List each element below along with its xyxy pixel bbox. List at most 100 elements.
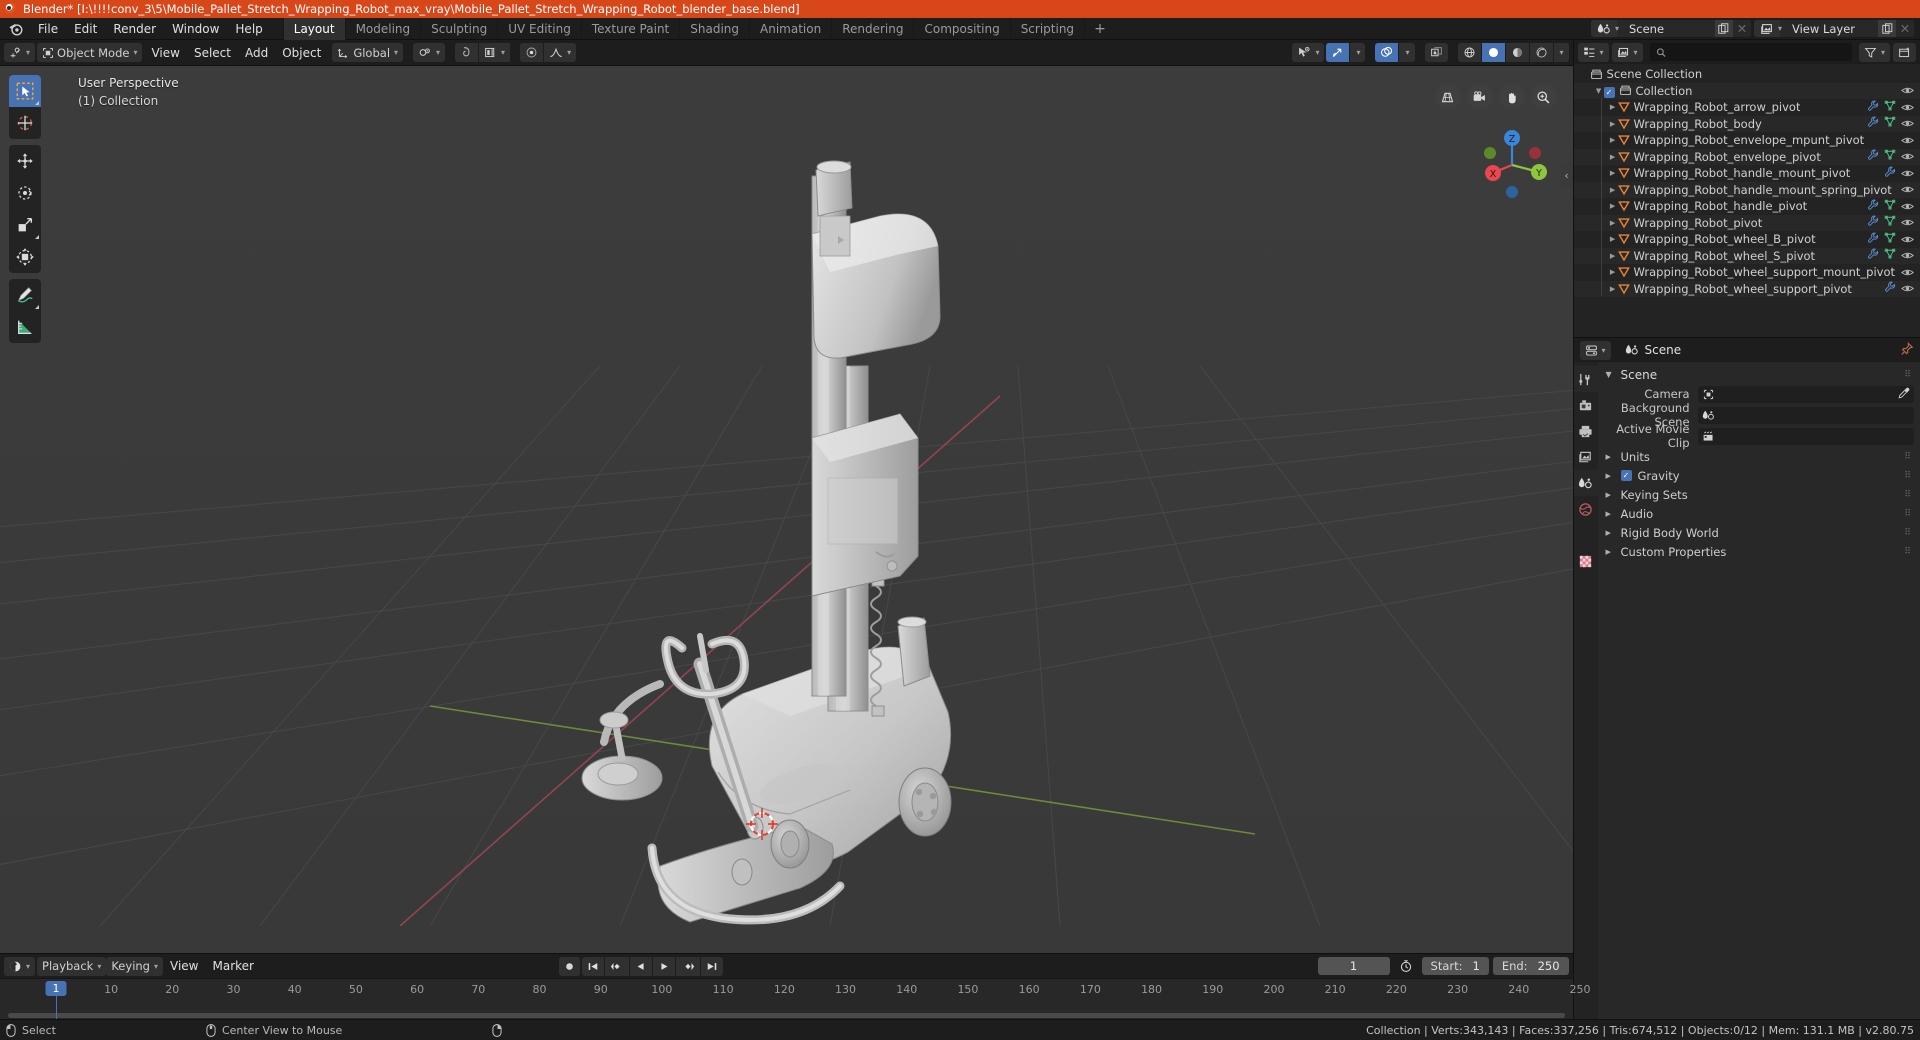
menu-render[interactable]: Render [105, 19, 164, 39]
property-section-units[interactable]: ▶ Units ⠿ [1598, 447, 1920, 466]
modifier-icon[interactable] [1867, 248, 1879, 263]
workspace-tab-rendering[interactable]: Rendering [831, 17, 913, 40]
scene-panel-header[interactable]: ▼ Scene ⠿ [1598, 365, 1920, 384]
menu-file[interactable]: File [30, 19, 66, 39]
gizmo-options-selector[interactable]: ▾ [1350, 43, 1366, 62]
section-checkbox[interactable]: ✓ [1620, 470, 1632, 481]
end-frame-field[interactable]: End: 250 [1492, 957, 1569, 975]
visibility-eye-icon[interactable] [1901, 200, 1914, 213]
property-section-keying-sets[interactable]: ▶ Keying Sets ⠿ [1598, 485, 1920, 504]
disclosure-triangle-icon[interactable]: ▶ [1608, 169, 1618, 177]
workspace-tab-layout[interactable]: Layout [282, 17, 345, 40]
timeline-menu-keying[interactable]: Keying ▾ [106, 956, 163, 976]
pan-view-icon[interactable] [1498, 84, 1525, 110]
visibility-eye-icon[interactable] [1901, 150, 1914, 163]
modifier-icon[interactable] [1867, 199, 1879, 214]
disclosure-triangle-icon[interactable]: ▶ [1608, 120, 1618, 128]
wireframe-shading-button[interactable] [1457, 43, 1481, 62]
property-value-field[interactable] [1697, 406, 1914, 424]
mesh-data-icon[interactable] [1884, 149, 1896, 164]
modifier-icon[interactable] [1867, 215, 1879, 230]
timeline-playhead[interactable]: 1 [45, 981, 67, 996]
mesh-data-icon[interactable] [1884, 116, 1896, 131]
measure-tool[interactable] [9, 311, 41, 343]
modifier-icon[interactable] [1867, 232, 1879, 247]
snap-toggle-button[interactable] [455, 43, 479, 62]
visibility-eye-icon[interactable] [1901, 216, 1914, 229]
workspace-tab-sculpting[interactable]: Sculpting [420, 17, 497, 40]
rotate-tool[interactable] [9, 177, 41, 209]
zoom-view-icon[interactable] [1530, 84, 1557, 110]
tab-scene[interactable] [1573, 470, 1598, 496]
visibility-eye-icon[interactable] [1901, 266, 1914, 279]
3d-viewport[interactable]: User Perspective (1) Collection Z Y X ‹ [0, 66, 1573, 953]
outliner-editor-type-selector[interactable]: ▾ [1577, 42, 1609, 62]
outliner-row[interactable]: ▶ Wrapping_Robot_wheel_support_mount_pivo… [1574, 264, 1920, 281]
mesh-data-icon[interactable] [1884, 199, 1896, 214]
workspace-tab-animation[interactable]: Animation [749, 17, 831, 40]
outliner-row[interactable]: ▼ ✓ Collection [1573, 82, 1920, 99]
visibility-eye-icon[interactable] [1901, 167, 1914, 180]
visibility-eye-icon[interactable] [1901, 282, 1914, 295]
transform-tool[interactable] [9, 241, 41, 273]
outliner-search[interactable] [1649, 43, 1852, 61]
disclosure-triangle-icon[interactable]: ▶ [1608, 153, 1618, 161]
start-frame-field[interactable]: Start: 1 [1421, 957, 1489, 975]
property-value-field[interactable] [1697, 385, 1914, 403]
disclosure-triangle-icon[interactable]: ▶ [1608, 136, 1618, 144]
toggle-perspective-icon[interactable] [1434, 84, 1461, 110]
sidebar-toggle-arrow-icon[interactable]: ‹ [1560, 162, 1573, 188]
rendered-shading-button[interactable] [1529, 43, 1553, 62]
falloff-selector[interactable]: ▾ [544, 43, 577, 62]
workspace-tab-compositing[interactable]: Compositing [913, 17, 1009, 40]
mode-selector[interactable]: Object Mode ▾ [37, 43, 143, 62]
viewport-menu-object[interactable]: Object [275, 44, 328, 62]
outliner-row[interactable]: ▶ Wrapping_Robot_envelope_mpunt_pivot [1574, 132, 1920, 149]
mesh-data-icon[interactable] [1884, 215, 1896, 230]
menu-edit[interactable]: Edit [66, 19, 105, 39]
outliner-row[interactable]: ▶ Wrapping_Robot_wheel_B_pivot [1574, 231, 1920, 248]
blender-menu-icon[interactable] [8, 21, 23, 36]
play-button[interactable] [653, 956, 676, 976]
tab-tool[interactable] [1573, 366, 1598, 392]
visibility-eye-icon[interactable] [1901, 183, 1914, 196]
tab-world[interactable] [1574, 496, 1598, 522]
outliner-row[interactable]: ▶ Wrapping_Robot_handle_mount_pivot [1574, 165, 1920, 182]
visibility-eye-icon[interactable] [1901, 117, 1914, 130]
overlay-options-selector[interactable]: ▾ [1399, 43, 1415, 62]
property-section-audio[interactable]: ▶ Audio ⠿ [1598, 504, 1920, 523]
visibility-eye-icon[interactable] [1901, 84, 1914, 97]
axis-gizmo[interactable]: Z Y X [1473, 126, 1551, 204]
current-frame-field[interactable]: 1 [1317, 957, 1390, 975]
unlink-scene-button[interactable]: ✕ [1732, 20, 1751, 37]
remove-view-layer-button[interactable]: ✕ [1896, 20, 1914, 37]
property-section-custom-properties[interactable]: ▶ Custom Properties ⠿ [1598, 542, 1920, 561]
new-collection-button[interactable] [1893, 42, 1916, 62]
workspace-tab-modeling[interactable]: Modeling [344, 17, 421, 40]
timeline-menu-playback[interactable]: Playback ▾ [37, 956, 107, 976]
snap-target-selector[interactable]: ▾ [479, 43, 511, 62]
shading-options-selector[interactable]: ▾ [1553, 43, 1569, 62]
modifier-icon[interactable] [1884, 166, 1896, 181]
scene-selector[interactable]: ▾ Scene ✕ [1590, 20, 1751, 37]
timeline-menu-marker[interactable]: Marker [205, 957, 260, 976]
pin-id-button[interactable] [1900, 341, 1914, 359]
modifier-icon[interactable] [1867, 116, 1879, 131]
outliner-row[interactable]: ▶ Wrapping_Robot_wheel_support_pivot [1573, 280, 1920, 297]
visibility-eye-icon[interactable] [1901, 134, 1914, 147]
viewport-menu-select[interactable]: Select [187, 44, 238, 62]
outliner-row[interactable]: ▶ Wrapping_Robot_wheel_S_pivot [1573, 247, 1920, 264]
filter-button[interactable]: ▾ [1858, 42, 1890, 62]
proportional-edit-button[interactable] [520, 43, 544, 62]
viewport-menu-view[interactable]: View [144, 44, 186, 62]
xray-toggle-button[interactable] [1424, 43, 1448, 62]
next-keyframe-button[interactable] [676, 956, 701, 976]
outliner-row[interactable]: Scene Collection [1574, 66, 1920, 83]
mesh-data-icon[interactable] [1884, 248, 1896, 263]
mesh-data-icon[interactable] [1884, 232, 1896, 247]
tab-output[interactable] [1574, 418, 1598, 444]
show-gizmo-button[interactable] [1326, 43, 1350, 62]
disclosure-triangle-icon[interactable]: ▶ [1608, 285, 1618, 293]
timeline-menu-view[interactable]: View [163, 957, 205, 976]
modifier-icon[interactable] [1867, 100, 1879, 115]
